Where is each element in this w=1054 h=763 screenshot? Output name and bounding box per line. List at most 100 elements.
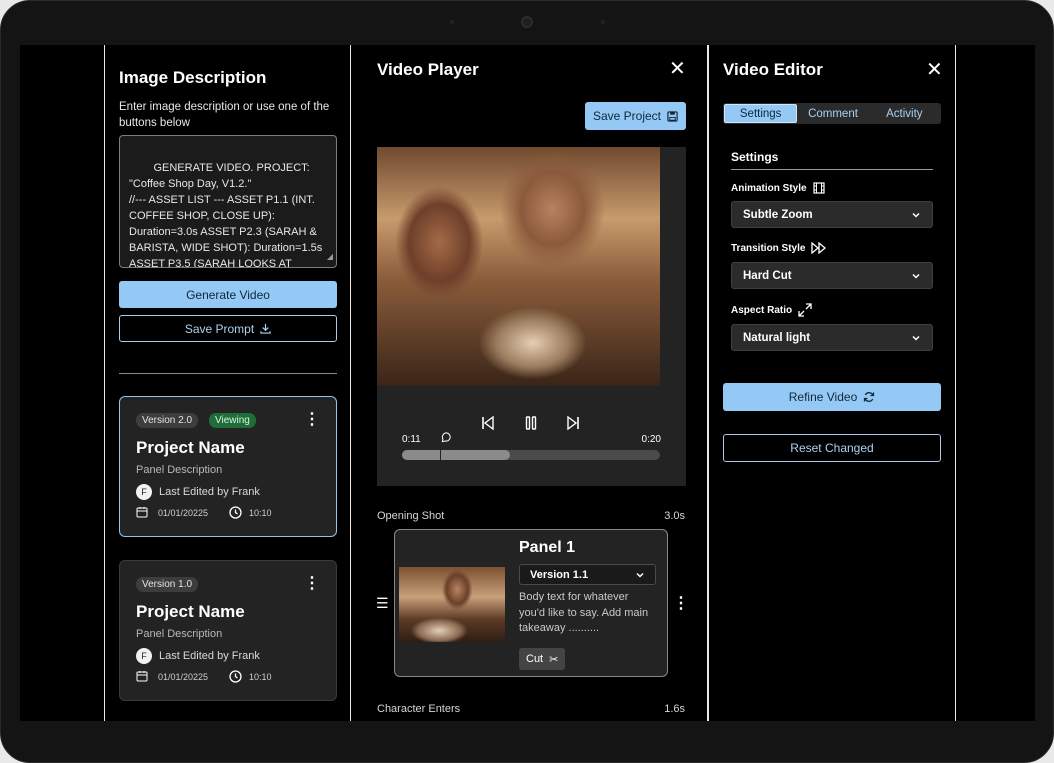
project-description: Panel Description: [136, 464, 223, 476]
divider: [731, 169, 933, 170]
tab-settings[interactable]: Settings: [724, 104, 798, 123]
project-name: Project Name: [136, 438, 245, 457]
close-icon[interactable]: ✕: [669, 59, 686, 79]
current-time: 0:11: [402, 434, 421, 445]
sensor-dot: [601, 20, 605, 24]
sensor-dot: [450, 20, 454, 24]
transition-style-label: Transition Style: [731, 242, 827, 254]
reset-changed-button[interactable]: Reset Changed: [723, 434, 941, 462]
prompt-textarea[interactable]: GENERATE VIDEO. PROJECT: "Coffee Shop Da…: [119, 135, 337, 268]
settings-heading: Settings: [731, 150, 779, 164]
aspect-ratio-text: Aspect Ratio: [731, 304, 793, 316]
cut-button[interactable]: Cut ✂: [519, 648, 566, 670]
version-card[interactable]: Version 2.0 Viewing ⋮ Project Name Panel…: [119, 396, 337, 537]
segment-duration: 1.6s: [664, 703, 685, 715]
date: 01/01/20225: [158, 672, 209, 682]
avatar: F: [136, 648, 152, 664]
download-icon: [260, 323, 271, 334]
panel-title: Image Description: [119, 68, 267, 87]
video-player-panel: Video Player ✕ Save Project 0:11 0:20 Op…: [351, 45, 708, 721]
total-time: 0:20: [641, 434, 661, 445]
chevron-down-icon: [911, 210, 921, 220]
pause-icon[interactable]: [524, 416, 538, 430]
video-frame-image: [377, 147, 660, 386]
transition-style-select[interactable]: Hard Cut: [731, 262, 933, 289]
skip-forward-icon[interactable]: [566, 416, 580, 430]
animation-style-text: Animation Style: [731, 182, 807, 194]
tablet-frame: Image Description Enter image descriptio…: [0, 0, 1054, 763]
clock-icon: [229, 506, 242, 519]
tab-bar: Settings Comment Activity: [723, 103, 941, 124]
panel-card-body: Body text for whatever you'd like to say…: [519, 591, 649, 634]
aspect-ratio-label: Aspect Ratio: [731, 303, 812, 317]
playhead-marker[interactable]: [440, 449, 441, 461]
panel-title: Video Player: [377, 60, 479, 79]
time: 10:10: [249, 672, 272, 682]
divider: [119, 373, 337, 374]
save-prompt-label: Save Prompt: [184, 321, 255, 336]
refine-video-button[interactable]: Refine Video: [723, 383, 941, 411]
more-options-icon[interactable]: ⋮: [304, 576, 320, 592]
comment-marker-icon[interactable]: [441, 432, 452, 443]
prompt-text: GENERATE VIDEO. PROJECT: "Coffee Shop Da…: [129, 162, 323, 268]
more-options-icon[interactable]: ⋮: [673, 593, 689, 613]
calendar-icon: [136, 506, 148, 518]
refine-video-label: Refine Video: [788, 390, 858, 404]
chevron-down-icon: [911, 271, 921, 281]
save-project-button[interactable]: Save Project: [585, 102, 686, 130]
transition-style-text: Transition Style: [731, 242, 806, 254]
aspect-ratio-select[interactable]: Natural light: [731, 324, 933, 351]
image-description-panel: Image Description Enter image descriptio…: [104, 45, 351, 721]
save-icon: [667, 110, 678, 122]
time: 10:10: [249, 508, 272, 518]
fast-forward-icon: [811, 242, 827, 254]
reset-changed-label: Reset Changed: [790, 441, 874, 455]
panel-card-title: Panel 1: [519, 539, 576, 556]
tab-activity[interactable]: Activity: [869, 104, 940, 123]
refresh-icon: [863, 391, 875, 403]
project-name: Project Name: [136, 602, 245, 621]
version-select-value: Version 1.1: [530, 568, 589, 581]
expand-icon: [798, 303, 812, 317]
help-text: Enter image description or use one of th…: [119, 101, 330, 129]
aspect-ratio-value: Natural light: [743, 331, 811, 344]
video-player[interactable]: 0:11 0:20: [377, 147, 686, 486]
generate-video-label: Generate Video: [186, 287, 270, 302]
progress-track[interactable]: [402, 449, 660, 461]
panel-card[interactable]: Panel 1 Version 1.1 Body text for whatev…: [394, 529, 668, 677]
close-icon[interactable]: ✕: [926, 60, 943, 80]
save-prompt-button[interactable]: Save Prompt: [119, 315, 337, 342]
panel-title: Video Editor: [723, 60, 823, 79]
version-select[interactable]: Version 1.1: [519, 564, 656, 585]
progress-fill: [402, 450, 511, 460]
segment-label: Opening Shot: [377, 510, 445, 522]
film-icon: [812, 182, 825, 194]
resize-handle-icon[interactable]: ◢: [327, 249, 333, 265]
animation-style-select[interactable]: Subtle Zoom: [731, 201, 933, 228]
avatar: F: [136, 484, 152, 500]
status-badge: Viewing: [209, 413, 256, 428]
transition-style-value: Hard Cut: [743, 269, 792, 282]
animation-style-value: Subtle Zoom: [743, 208, 813, 221]
animation-style-label: Animation Style: [731, 182, 825, 194]
calendar-icon: [136, 670, 148, 682]
scissors-icon: ✂: [549, 653, 559, 666]
tab-comment[interactable]: Comment: [797, 104, 868, 123]
segment-label: Character Enters: [377, 703, 461, 715]
panel-thumbnail: [399, 567, 505, 642]
chevron-down-icon: [635, 570, 645, 580]
screen: Image Description Enter image descriptio…: [20, 45, 1035, 721]
version-badge: Version 2.0: [136, 413, 199, 428]
project-description: Panel Description: [136, 628, 223, 640]
more-options-icon[interactable]: ⋮: [304, 412, 320, 428]
cut-label: Cut: [526, 653, 544, 665]
save-project-label: Save Project: [592, 109, 662, 123]
chevron-down-icon: [911, 333, 921, 343]
version-card[interactable]: Version 1.0 ⋮ Project Name Panel Descrip…: [119, 560, 337, 701]
last-edited: Last Edited by Frank: [159, 650, 260, 662]
drag-handle-icon[interactable]: ☰: [376, 595, 389, 612]
generate-video-button[interactable]: Generate Video: [119, 281, 337, 308]
clock-icon: [229, 670, 242, 683]
skip-back-icon[interactable]: [481, 416, 495, 430]
camera: [521, 16, 533, 28]
